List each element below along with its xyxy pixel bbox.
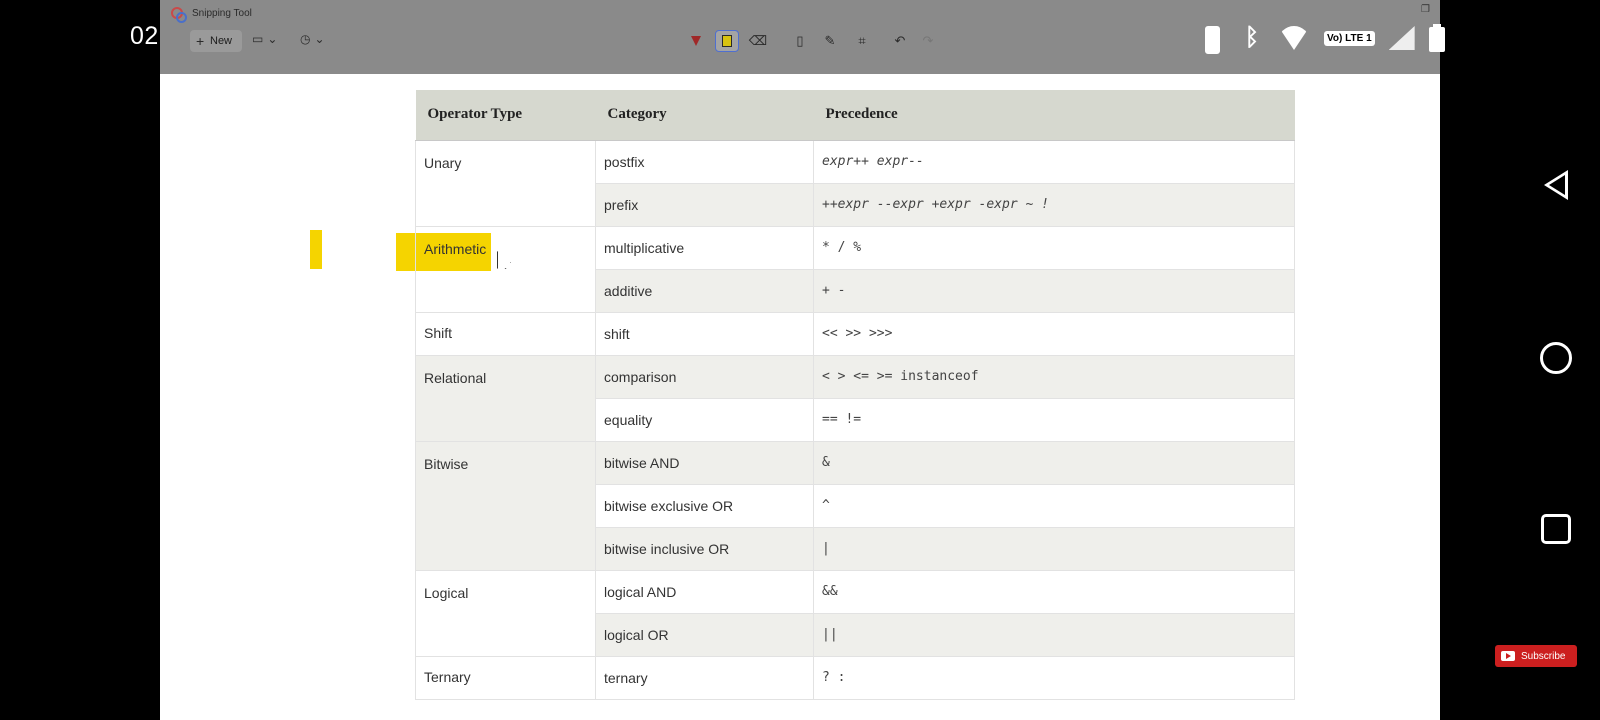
precedence-cell: | xyxy=(813,526,1295,571)
precedence-cell: << >> >>> xyxy=(813,311,1295,356)
subscribe-button[interactable]: Subscribe xyxy=(1495,645,1577,667)
snipping-tool-title-bar: Snipping Tool xyxy=(170,4,252,23)
snip-delay-dropdown[interactable]: ◷ ⌄ xyxy=(300,32,325,46)
precedence-cell: + - xyxy=(813,268,1295,313)
bluetooth-icon: ᛒ xyxy=(1244,24,1260,51)
battery-icon xyxy=(1428,24,1445,52)
highlighter-stroke xyxy=(310,230,322,269)
undo-button[interactable]: ↶ xyxy=(888,30,912,52)
precedence-cell: ++expr --expr +expr -expr ~ ! xyxy=(813,182,1295,227)
youtube-play-icon xyxy=(1501,651,1515,661)
subscribe-label: Subscribe xyxy=(1521,650,1566,662)
eraser-icon: ⌫ xyxy=(748,33,768,48)
table-header-row: Operator Type Category Precedence xyxy=(415,90,1295,141)
touch-writing-tool[interactable]: ✎ xyxy=(818,30,842,52)
status-icons: ᛒ Vo) LTE 1 xyxy=(1196,20,1445,56)
wifi-icon xyxy=(1278,26,1310,50)
precedence-cell: expr++ expr-- xyxy=(813,139,1295,184)
nav-back-icon[interactable] xyxy=(1542,168,1572,202)
precedence-cell: == != xyxy=(813,397,1295,442)
precedence-cell: && xyxy=(813,569,1295,614)
column-header-category: Category xyxy=(595,90,814,141)
category-cell: prefix xyxy=(595,182,814,227)
nav-recents-icon[interactable] xyxy=(1541,514,1571,544)
nav-home-icon[interactable] xyxy=(1540,342,1572,374)
precedence-cell: ^ xyxy=(813,483,1295,528)
rectangle-mode-icon: ▭ xyxy=(252,32,264,46)
vibrate-icon xyxy=(1196,24,1226,54)
category-cell: shift xyxy=(595,311,814,356)
ballpoint-pen-tool[interactable] xyxy=(684,30,708,52)
operator-type-cell: Ternary xyxy=(415,655,596,700)
table-row: Arithmetic multiplicative * / % xyxy=(415,225,1295,313)
operator-type-cell: Logical xyxy=(415,569,596,657)
ruler-tool[interactable]: ▯ xyxy=(788,30,812,52)
window-title: Snipping Tool xyxy=(192,7,252,19)
category-cell: bitwise exclusive OR xyxy=(595,483,814,528)
table-row: Unary postfix expr++ expr-- xyxy=(415,139,1295,227)
volte-icon: Vo) LTE 1 xyxy=(1324,30,1375,46)
precedence-cell: < > <= >= instanceof xyxy=(813,354,1295,399)
snip-mode-dropdown[interactable]: ▭ ⌄ xyxy=(252,32,277,46)
signal-icon xyxy=(1388,26,1415,50)
operator-type-cell: Shift xyxy=(415,311,596,356)
operator-precedence-table: Operator Type Category Precedence Unary … xyxy=(415,90,1295,700)
operator-type-cell: Unary xyxy=(415,139,596,227)
undo-icon: ↶ xyxy=(894,33,906,48)
table-row: Bitwise bitwise AND & xyxy=(415,440,1295,571)
crop-tool[interactable]: ⌗ xyxy=(850,30,874,52)
category-cell: additive xyxy=(595,268,814,313)
precedence-cell: * / % xyxy=(813,225,1295,270)
chevron-down-icon: ⌄ xyxy=(267,32,278,46)
column-header-operator-type: Operator Type xyxy=(415,90,596,141)
category-cell: bitwise inclusive OR xyxy=(595,526,814,571)
operator-type-cell: Arithmetic xyxy=(415,225,596,313)
touch-writing-icon: ✎ xyxy=(824,33,836,48)
clock-icon: ◷ xyxy=(300,32,311,46)
highlighter-tool[interactable] xyxy=(715,30,739,52)
column-header-precedence: Precedence xyxy=(813,90,1295,141)
table-row: Relational comparison < > <= >= instance… xyxy=(415,354,1295,442)
category-cell: logical AND xyxy=(595,569,814,614)
category-cell: ternary xyxy=(595,655,814,700)
restore-window-icon[interactable]: ❐ xyxy=(1421,4,1430,15)
precedence-cell: || xyxy=(813,612,1295,657)
category-cell: bitwise AND xyxy=(595,440,814,485)
crop-icon: ⌗ xyxy=(858,33,866,48)
category-cell: comparison xyxy=(595,354,814,399)
chevron-down-icon: ⌄ xyxy=(314,32,325,46)
table-row: Shift shift << >> >>> xyxy=(415,311,1295,356)
eraser-tool[interactable]: ⌫ xyxy=(746,30,770,52)
operator-type-cell: Bitwise xyxy=(415,440,596,571)
redo-button[interactable]: ↷ xyxy=(916,30,940,52)
redo-icon: ↷ xyxy=(922,33,934,48)
video-frame: Snipping Tool ❐ New ▭ ⌄ ◷ ⌄ ⌫ ▯ ✎ ⌗ ↶ ↷ xyxy=(160,0,1440,720)
pen-icon xyxy=(691,36,701,46)
category-cell: postfix xyxy=(595,139,814,184)
category-cell: multiplicative xyxy=(595,225,814,270)
category-cell: equality xyxy=(595,397,814,442)
table-row: Logical logical AND && xyxy=(415,569,1295,657)
new-snip-button[interactable]: New xyxy=(190,30,243,52)
category-cell: logical OR xyxy=(595,612,814,657)
highlighter-icon xyxy=(722,35,732,47)
operator-type-cell: Relational xyxy=(415,354,596,442)
snipping-tool-app-icon xyxy=(170,6,187,23)
table-row: Ternary ternary ? : xyxy=(415,655,1295,700)
precedence-cell: & xyxy=(813,440,1295,485)
ruler-icon: ▯ xyxy=(796,33,804,48)
precedence-cell: ? : xyxy=(813,655,1295,700)
